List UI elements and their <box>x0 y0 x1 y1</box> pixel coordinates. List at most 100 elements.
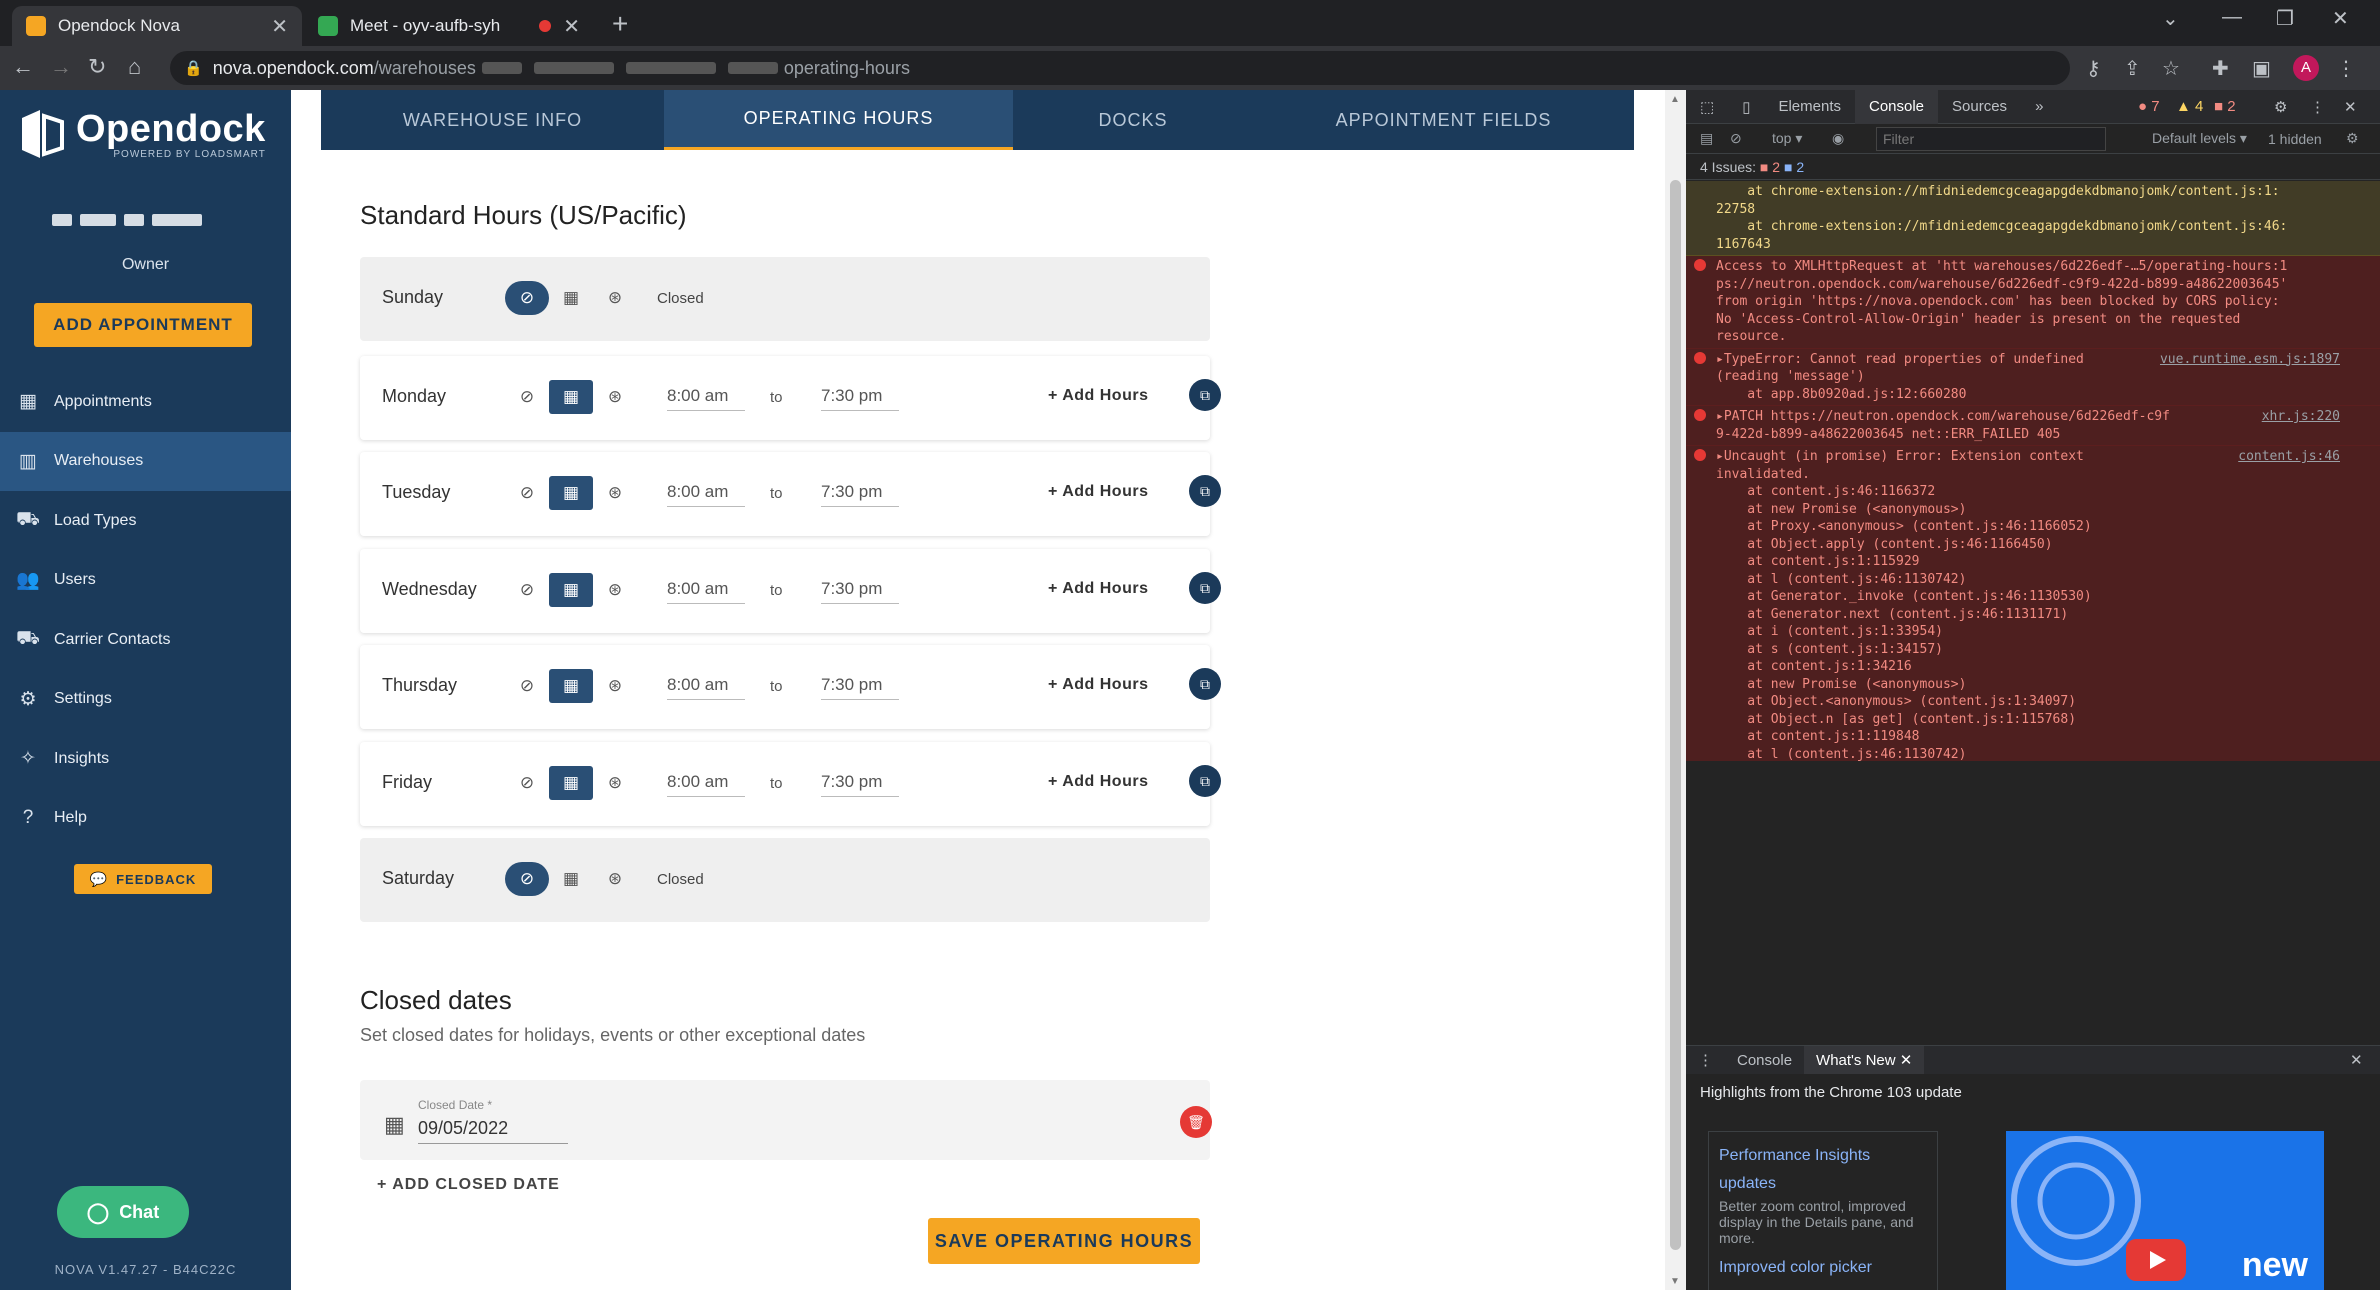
start-time-input[interactable]: 8:00 am <box>667 386 745 411</box>
whats-new-video-thumbnail[interactable]: new <box>2006 1131 2324 1290</box>
profile-avatar[interactable]: A <box>2293 55 2319 81</box>
console-message[interactable]: xhr.js:220 ▸PATCH https://neutron.opendoc… <box>1686 406 2380 446</box>
opendock-logo[interactable]: Opendock POWERED BY LOADSMART <box>18 108 266 160</box>
page-scrollbar[interactable]: ▲ ▼ <box>1665 90 1686 1290</box>
hours-mode-icon[interactable]: ▦ <box>549 766 593 800</box>
add-hours-button[interactable]: + Add Hours <box>1048 773 1148 791</box>
restore-icon[interactable]: ❐ <box>2276 6 2294 31</box>
end-time-input[interactable]: 7:30 pm <box>821 675 899 700</box>
more-tabs-icon[interactable]: » <box>2021 90 2057 124</box>
console-filter-input[interactable]: Filter <box>1876 127 2106 151</box>
devtools-tab-sources[interactable]: Sources <box>1938 90 2021 124</box>
error-count[interactable]: ● 7 <box>2138 98 2160 115</box>
close-tab-icon[interactable]: ✕ <box>563 14 580 39</box>
bookmark-star-icon[interactable]: ☆ <box>2162 56 2180 81</box>
clear-console-icon[interactable]: ⊘ <box>1730 130 1742 147</box>
browser-tab-opendock[interactable]: Opendock Nova ✕ <box>12 6 302 46</box>
new-tab-icon[interactable]: + <box>612 8 628 40</box>
add-appointment-button[interactable]: ADD APPOINTMENT <box>34 303 252 347</box>
back-icon[interactable]: ← <box>12 54 34 80</box>
reload-icon[interactable]: ↻ <box>88 54 106 80</box>
add-hours-button[interactable]: + Add Hours <box>1048 580 1148 598</box>
hours-mode-icon[interactable]: ▦ <box>549 669 593 703</box>
chat-button[interactable]: ◯ Chat <box>57 1186 189 1238</box>
sidebar-item-insights[interactable]: ✧ Insights <box>0 729 291 789</box>
sidebar-item-settings[interactable]: ⚙ Settings <box>0 670 291 730</box>
add-hours-button[interactable]: + Add Hours <box>1048 387 1148 405</box>
eye-icon[interactable]: ◉ <box>1832 130 1844 147</box>
hours-mode-icon[interactable]: ▦ <box>549 281 593 315</box>
devtools-tab-elements[interactable]: Elements <box>1764 90 1855 124</box>
browser-menu-icon[interactable]: ⋮ <box>2336 56 2356 81</box>
whats-new-link[interactable]: Improved color picker <box>1719 1254 1927 1282</box>
copy-hours-button[interactable]: ⧉ <box>1189 475 1221 507</box>
inspect-element-icon[interactable]: ⬚ <box>1686 90 1728 124</box>
closed-mode-icon[interactable]: ⊘ <box>505 380 549 414</box>
24h-mode-icon[interactable]: ⊛ <box>593 476 637 510</box>
extensions-icon[interactable]: ✚ <box>2212 56 2229 81</box>
drawer-menu-icon[interactable]: ⋮ <box>1686 1046 1725 1074</box>
closed-mode-icon[interactable]: ⊘ <box>505 669 549 703</box>
add-hours-button[interactable]: + Add Hours <box>1048 483 1148 501</box>
closed-mode-icon[interactable]: ⊘ <box>505 862 549 896</box>
closed-mode-icon[interactable]: ⊘ <box>505 476 549 510</box>
end-time-input[interactable]: 7:30 pm <box>821 772 899 797</box>
start-time-input[interactable]: 8:00 am <box>667 482 745 507</box>
sidebar-toggle-icon[interactable]: ▤ <box>1700 130 1713 147</box>
sidebar-item-users[interactable]: 👥 Users <box>0 551 291 611</box>
browser-tab-meet[interactable]: Meet - oyv-aufb-syh ✕ <box>304 6 594 46</box>
start-time-input[interactable]: 8:00 am <box>667 675 745 700</box>
24h-mode-icon[interactable]: ⊛ <box>593 669 637 703</box>
tab-appointment-fields[interactable]: APPOINTMENT FIELDS <box>1253 90 1634 150</box>
sidebar-item-appointments[interactable]: ▦ Appointments <box>0 372 291 432</box>
share-icon[interactable]: ⇪ <box>2124 56 2141 81</box>
24h-mode-icon[interactable]: ⊛ <box>593 766 637 800</box>
message-source-link[interactable]: vue.runtime.esm.js:1897 <box>2160 351 2340 369</box>
closed-mode-icon[interactable]: ⊘ <box>505 573 549 607</box>
hours-mode-icon[interactable]: ▦ <box>549 862 593 896</box>
console-settings-icon[interactable]: ⚙ <box>2346 130 2359 147</box>
key-icon[interactable]: ⚷ <box>2086 56 2101 81</box>
scroll-down-icon[interactable]: ▼ <box>1670 1276 1680 1287</box>
add-hours-button[interactable]: + Add Hours <box>1048 676 1148 694</box>
add-closed-date-button[interactable]: + ADD CLOSED DATE <box>377 1176 560 1194</box>
drawer-tab-console[interactable]: Console <box>1725 1046 1804 1074</box>
hours-mode-icon[interactable]: ▦ <box>549 476 593 510</box>
forward-icon[interactable]: → <box>50 54 72 80</box>
message-source-link[interactable]: content.js:46 <box>2238 448 2340 466</box>
issues-bar[interactable]: 4 Issues: ■ 2 ■ 2 <box>1686 154 2380 180</box>
console-message[interactable]: at chrome-extension://mfidniedemcgceagap… <box>1686 181 2380 256</box>
window-close-icon[interactable]: ✕ <box>2332 6 2349 31</box>
closed-mode-icon[interactable]: ⊘ <box>505 281 549 315</box>
devtools-close-icon[interactable]: ✕ <box>2344 98 2357 116</box>
scrollbar-thumb[interactable] <box>1670 180 1681 1250</box>
tab-docks[interactable]: DOCKS <box>1013 90 1253 150</box>
end-time-input[interactable]: 7:30 pm <box>821 482 899 507</box>
issues-count[interactable]: ■ 2 <box>2214 98 2236 115</box>
console-message[interactable]: vue.runtime.esm.js:1897 ▸TypeError: Canno… <box>1686 348 2380 406</box>
hours-mode-icon[interactable]: ▦ <box>549 380 593 414</box>
start-time-input[interactable]: 8:00 am <box>667 772 745 797</box>
home-icon[interactable]: ⌂ <box>128 54 141 80</box>
whats-new-link[interactable]: Performance Insights updates <box>1719 1142 1927 1198</box>
devtools-settings-icon[interactable]: ⚙ <box>2274 98 2287 116</box>
copy-hours-button[interactable]: ⧉ <box>1189 379 1221 411</box>
device-toggle-icon[interactable]: ▯ <box>1728 90 1764 124</box>
warning-count[interactable]: ▲ 4 <box>2176 98 2203 115</box>
copy-hours-button[interactable]: ⧉ <box>1189 572 1221 604</box>
24h-mode-icon[interactable]: ⊛ <box>593 281 637 315</box>
address-bar[interactable]: 🔒 nova.opendock.com /warehouses operatin… <box>170 51 2070 85</box>
drawer-close-icon[interactable]: ✕ <box>2350 1051 2363 1069</box>
drawer-tab-whats-new[interactable]: What's New ✕ <box>1804 1046 1925 1074</box>
copy-hours-button[interactable]: ⧉ <box>1189 668 1221 700</box>
youtube-play-icon[interactable] <box>2126 1239 2186 1281</box>
24h-mode-icon[interactable]: ⊛ <box>593 380 637 414</box>
tab-search-icon[interactable]: ⌄ <box>2162 6 2179 31</box>
24h-mode-icon[interactable]: ⊛ <box>593 862 637 896</box>
sidepanel-icon[interactable]: ▣ <box>2252 56 2271 81</box>
start-time-input[interactable]: 8:00 am <box>667 579 745 604</box>
delete-closed-date-button[interactable]: 🗑 <box>1180 1106 1212 1138</box>
24h-mode-icon[interactable]: ⊛ <box>593 573 637 607</box>
console-message[interactable]: content.js:46 ▸Uncaught (in promise) Erro… <box>1686 446 2380 761</box>
scroll-up-icon[interactable]: ▲ <box>1670 94 1680 105</box>
